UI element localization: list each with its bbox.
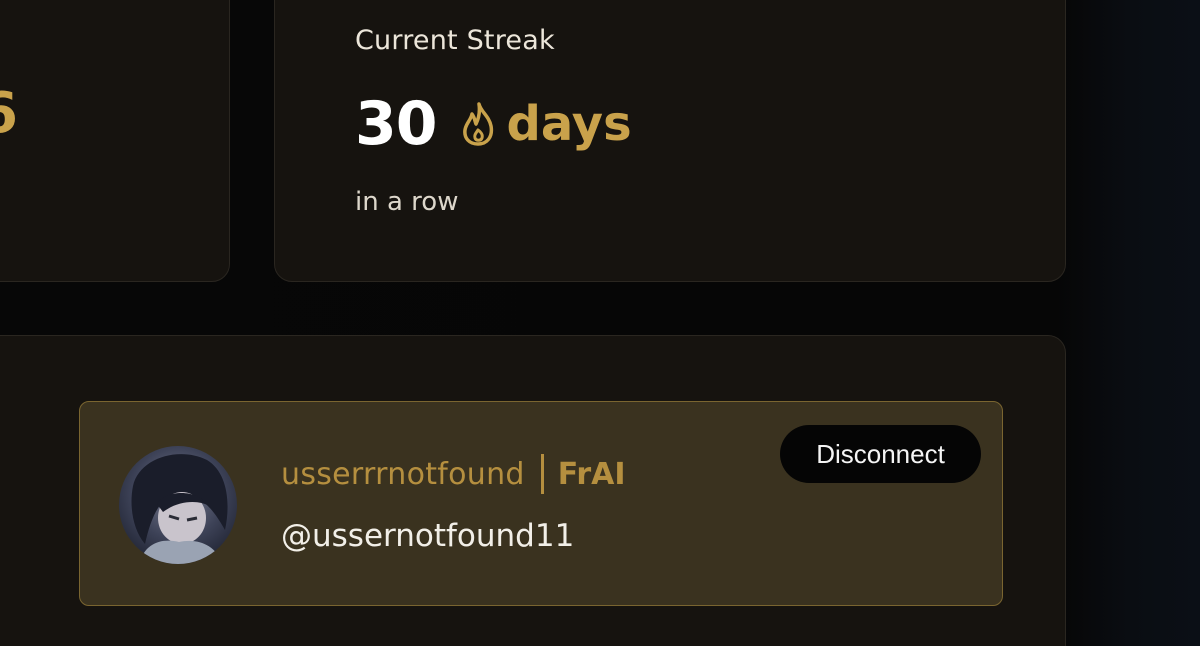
current-streak-card: Current Streak 30 days in a row	[274, 0, 1066, 282]
display-name-row: usserrrnotfound FrAI	[281, 454, 626, 494]
user-avatar	[119, 446, 237, 564]
streak-unit: days	[506, 96, 632, 152]
streak-number: 30	[355, 89, 437, 159]
flame-icon	[457, 100, 501, 148]
user-tag: FrAI	[557, 456, 626, 492]
display-name: usserrrnotfound	[281, 456, 525, 492]
streak-title: Current Streak	[355, 25, 555, 56]
left-stat-card: 6	[0, 0, 230, 282]
connected-profile: usserrrnotfound FrAI @ussernotfound11 Di…	[79, 401, 1003, 606]
name-divider	[540, 454, 544, 494]
streak-subtitle: in a row	[355, 187, 459, 217]
app-screen: 6 Current Streak 30 days in a row	[0, 0, 1200, 646]
streak-value-row: 30 days	[355, 89, 632, 159]
disconnect-button[interactable]: Disconnect	[780, 425, 981, 483]
left-stat-value: 6	[0, 81, 18, 146]
user-handle: @ussernotfound11	[281, 518, 575, 554]
